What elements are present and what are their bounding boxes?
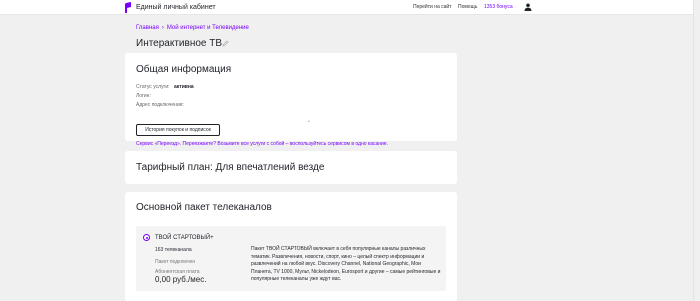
- fee-value: 0,00 руб./мес.: [155, 275, 207, 284]
- tariff-heading: Тарифный план: Для впечатлений везде: [136, 162, 325, 173]
- page-scrollbar[interactable]: [693, 0, 700, 301]
- general-info-heading: Общая информация: [136, 64, 232, 75]
- package-description: Пакет ТВОЙ СТАРТОВЫЙ включает в себя поп…: [251, 246, 441, 282]
- channel-count: 163 телеканала: [155, 247, 192, 253]
- edit-pencil-icon[interactable]: [222, 40, 229, 47]
- login-label: Логин:: [136, 93, 151, 99]
- package-heading: Основной пакет телеканалов: [136, 202, 272, 213]
- purchase-history-button[interactable]: История покупок и подписок: [136, 124, 220, 136]
- status-value: активна: [174, 84, 194, 90]
- tariff-card[interactable]: Тарифный план: Для впечатлений везде: [125, 151, 457, 184]
- top-header: Единый личный кабинет Перейти на сайт По…: [0, 0, 700, 15]
- app-title[interactable]: Единый личный кабинет: [136, 3, 216, 12]
- breadcrumb-internet-tv[interactable]: Мой интернет и Телевидение: [167, 25, 249, 31]
- user-icon[interactable]: [524, 3, 532, 11]
- status-label: Статус услуги:: [136, 84, 170, 90]
- package-status: Пакет подключен: [155, 259, 196, 265]
- rostelecom-logo-icon[interactable]: [125, 2, 132, 13]
- address-marker: •: [308, 119, 310, 125]
- address-label: Адрес подключения:: [136, 102, 184, 108]
- breadcrumb-separator: ›: [161, 25, 164, 31]
- bonus-link[interactable]: 1353 бонуса: [484, 4, 513, 11]
- breadcrumb-home[interactable]: Главная: [136, 25, 159, 31]
- help-link[interactable]: Помощь: [458, 4, 477, 11]
- page-title: Интерактивное ТВ: [136, 38, 223, 49]
- relocation-service-link[interactable]: Сервис «Переезд». Переезжаете? Возьмите …: [136, 141, 388, 147]
- package-radio[interactable]: [143, 234, 150, 241]
- go-to-site-link[interactable]: Перейти на сайт: [413, 4, 452, 11]
- package-card: Основной пакет телеканалов ТВОЙ СТАРТОВЫ…: [125, 192, 457, 301]
- package-name: ТВОЙ СТАРТОВЫЙ+: [155, 235, 214, 241]
- breadcrumb: Главная › Мой интернет и Телевидение: [136, 24, 249, 32]
- general-info-card: Общая информация Статус услуги: активна …: [125, 53, 457, 147]
- package-item[interactable]: ТВОЙ СТАРТОВЫЙ+ 163 телеканала Пакет под…: [136, 226, 446, 291]
